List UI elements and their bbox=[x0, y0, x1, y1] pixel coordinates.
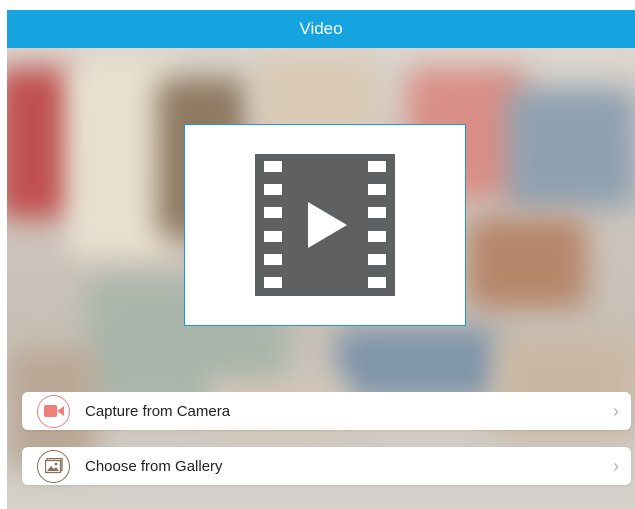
capture-from-camera-button[interactable]: Capture from Camera › bbox=[22, 392, 631, 430]
page-title: Video bbox=[299, 19, 343, 38]
choose-from-gallery-button[interactable]: Choose from Gallery › bbox=[22, 447, 631, 485]
capture-from-camera-label: Capture from Camera bbox=[85, 402, 231, 420]
video-preview[interactable] bbox=[184, 124, 466, 326]
choose-from-gallery-label: Choose from Gallery bbox=[85, 457, 223, 475]
image-gallery-icon bbox=[37, 449, 70, 483]
video-camera-icon bbox=[37, 394, 70, 428]
app-window: Video Capture from Camera › Choose from … bbox=[7, 10, 635, 509]
chevron-right-icon: › bbox=[613, 456, 619, 476]
chevron-right-icon: › bbox=[613, 401, 619, 421]
film-play-icon bbox=[255, 154, 395, 296]
nav-bar: Video bbox=[7, 10, 635, 48]
